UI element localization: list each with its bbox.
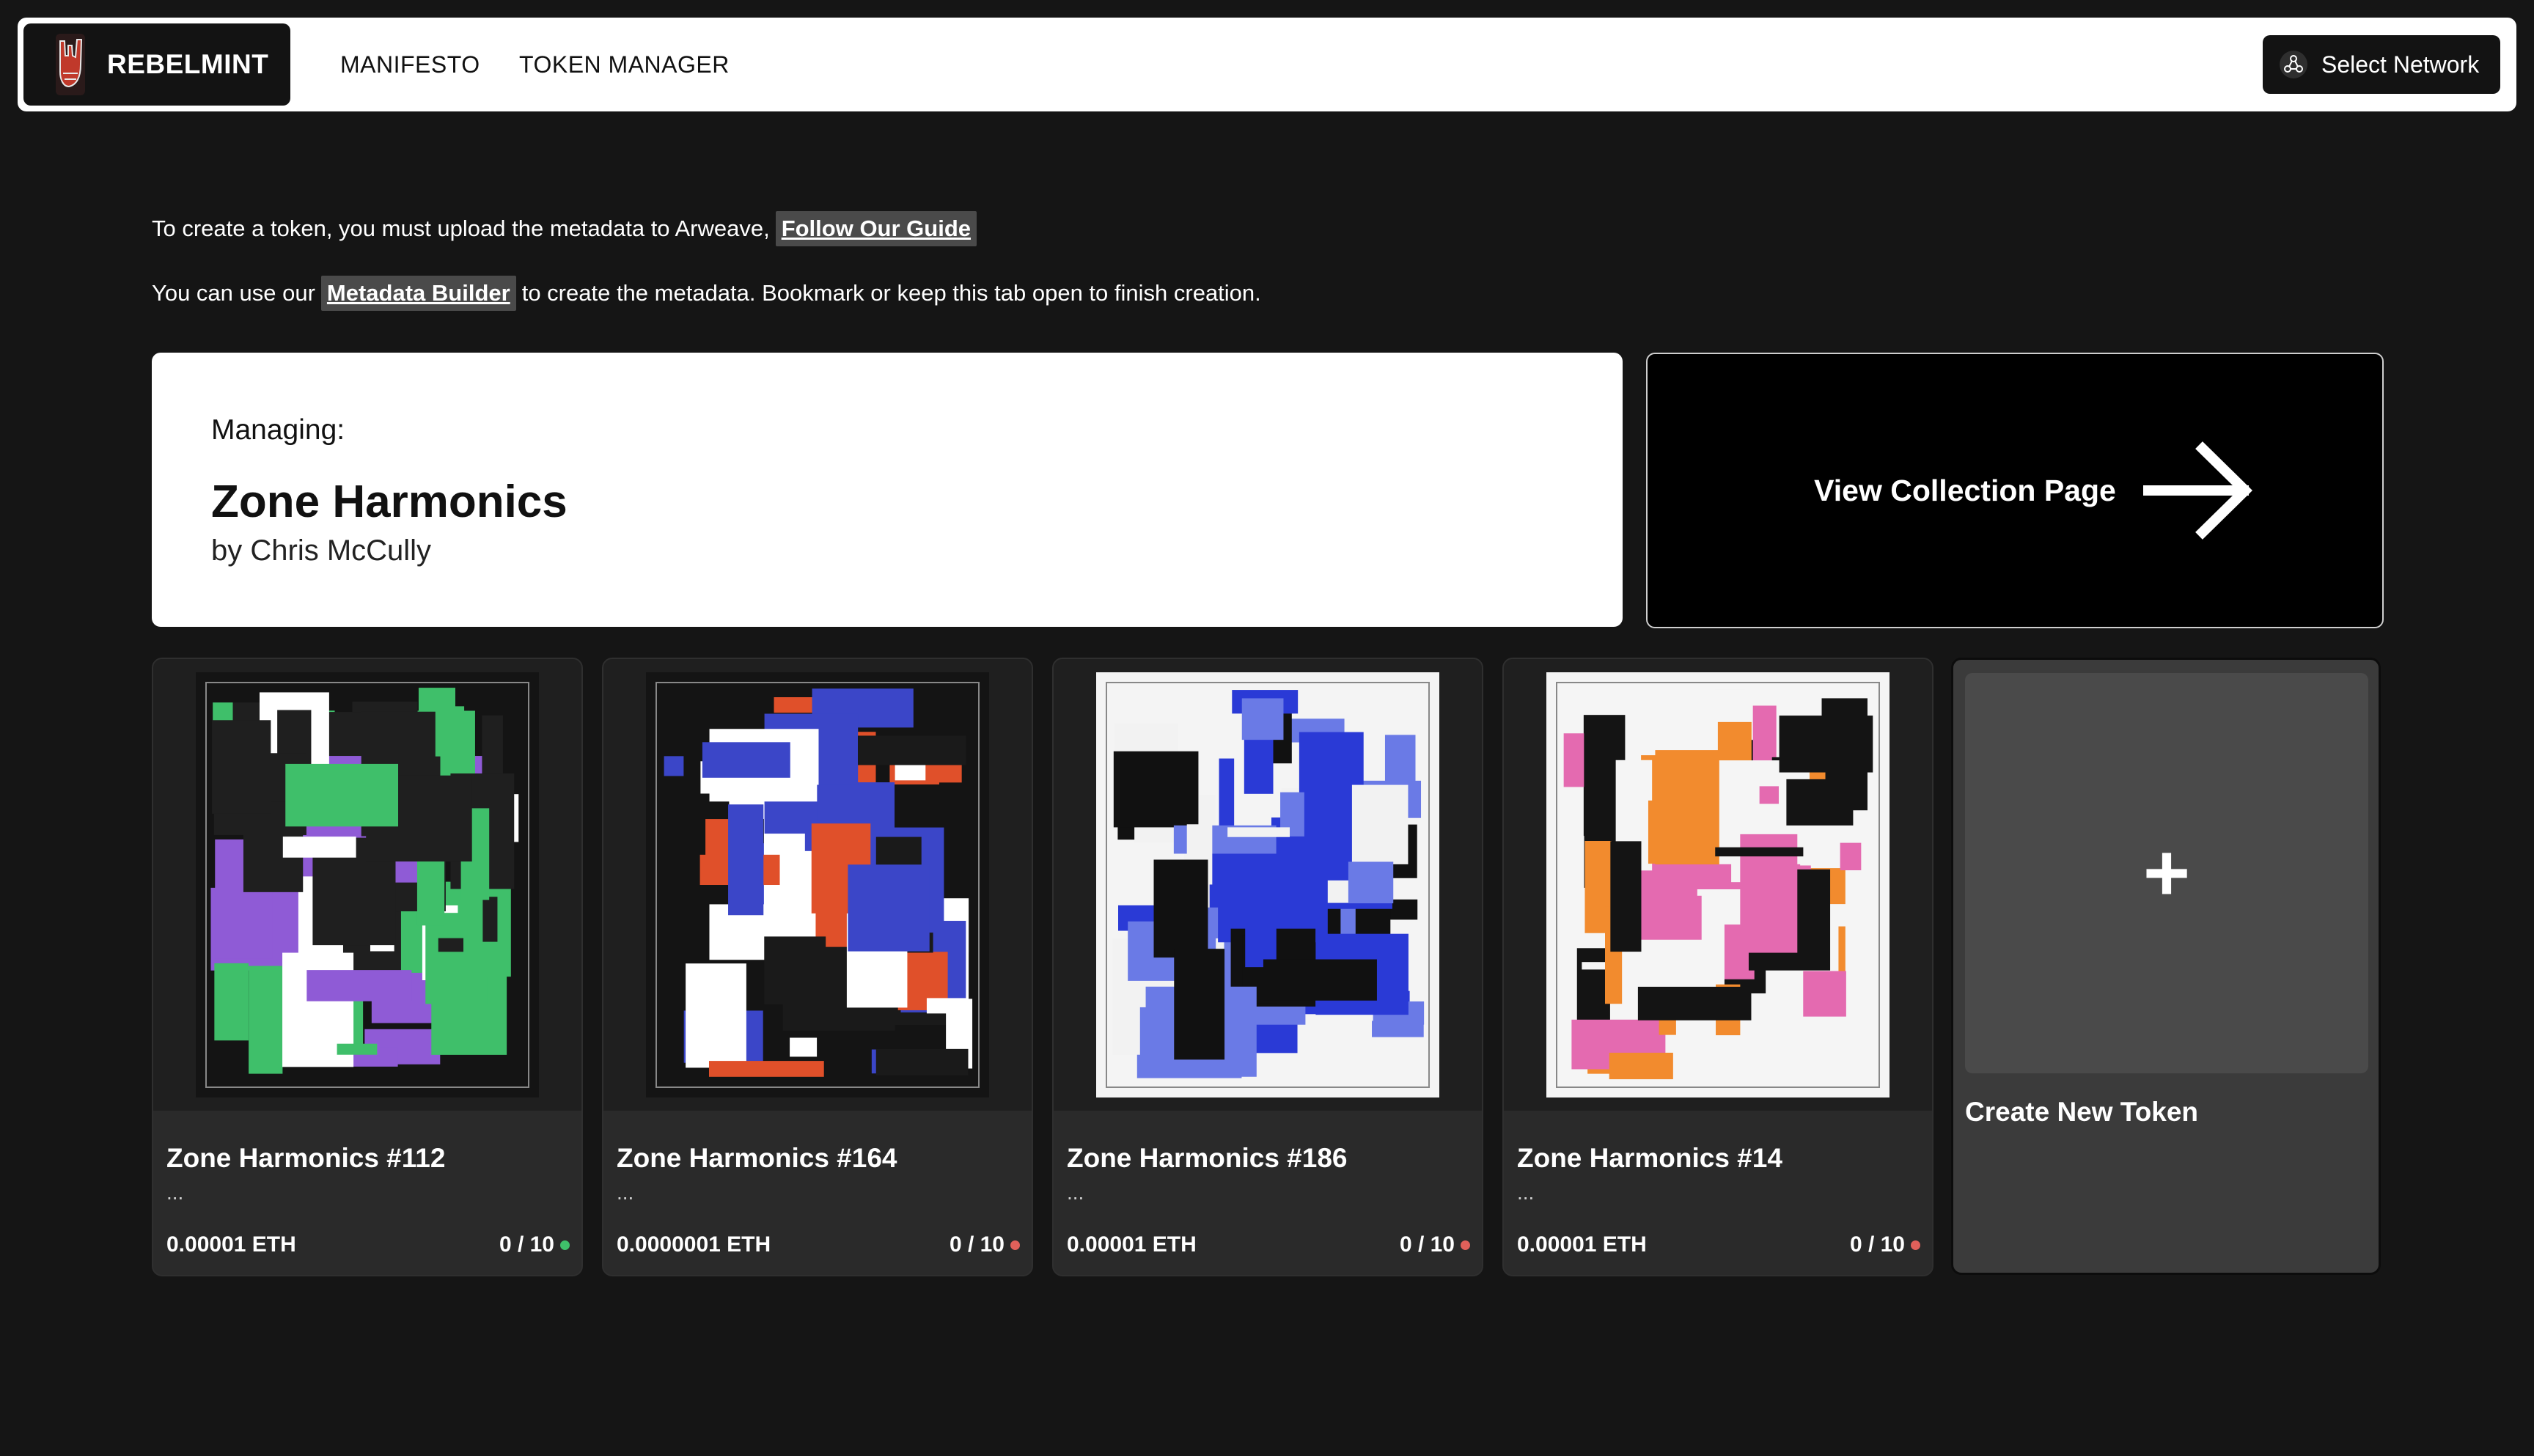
follow-guide-link[interactable]: Follow Our Guide: [775, 211, 977, 246]
token-description: ...: [1067, 1181, 1084, 1204]
brand-name: REBELMINT: [107, 49, 269, 79]
token-description: ...: [1517, 1181, 1535, 1204]
token-price: 0.00001 ETH: [1517, 1232, 1647, 1257]
token-card[interactable]: Zone Harmonics #186... 0.00001 ETH 0 / 10: [1052, 658, 1483, 1276]
token-supply-count: 0 / 10: [1849, 1232, 1905, 1257]
token-image-frame: [603, 659, 1032, 1111]
token-supply: 0 / 10: [1850, 1232, 1920, 1257]
token-description: ...: [617, 1181, 634, 1204]
metadata-info-suffix: to create the metadata. Bookmark or keep…: [521, 280, 1261, 306]
arrow-right-icon: [2142, 441, 2252, 540]
token-supply-count: 0 / 10: [1399, 1232, 1455, 1257]
token-artwork-image: [1546, 672, 1890, 1097]
token-supply-count: 0 / 10: [499, 1232, 554, 1257]
status-dot-icon: [1911, 1240, 1920, 1250]
create-token-label: Create New Token: [1965, 1097, 2199, 1127]
create-new-token-card[interactable]: + Create New Token: [1951, 658, 2381, 1275]
token-card[interactable]: Zone Harmonics #164... 0.0000001 ETH 0 / 1…: [602, 658, 1033, 1276]
plus-icon: +: [2142, 828, 2191, 918]
token-card[interactable]: Zone Harmonics #112... 0.00001 ETH 0 / 10: [152, 658, 583, 1276]
token-image-frame: [153, 659, 581, 1111]
status-dot-icon: [1010, 1240, 1020, 1250]
token-price: 0.00001 ETH: [166, 1232, 296, 1257]
metadata-info-prefix: You can use our: [152, 280, 315, 306]
token-price: 0.00001 ETH: [1067, 1232, 1197, 1257]
brand-home-link[interactable]: REBELMINT: [23, 23, 290, 106]
token-name: Zone Harmonics #112: [166, 1143, 446, 1173]
token-artwork-image: [1096, 672, 1439, 1097]
managing-collection-card: Managing: Zone Harmonics by Chris McCull…: [152, 353, 1623, 627]
token-card[interactable]: Zone Harmonics #14... 0.00001 ETH 0 / 10: [1502, 658, 1933, 1276]
status-dot-icon: [1461, 1240, 1470, 1250]
upload-info-text: To create a token, you must upload the m…: [152, 216, 770, 241]
rock-hand-logo-icon: [56, 34, 85, 95]
network-icon: [2280, 51, 2307, 78]
view-collection-label: View Collection Page: [1814, 473, 2116, 507]
token-supply: 0 / 10: [499, 1232, 570, 1257]
token-supply: 0 / 10: [1400, 1232, 1470, 1257]
token-name: Zone Harmonics #14: [1517, 1143, 1782, 1173]
metadata-info-line: You can use our Metadata Builder to crea…: [152, 273, 1261, 314]
metadata-builder-link[interactable]: Metadata Builder: [320, 276, 516, 311]
upload-info-line: To create a token, you must upload the m…: [152, 208, 983, 249]
token-price: 0.0000001 ETH: [617, 1232, 771, 1257]
token-artwork-image: [646, 672, 989, 1097]
collection-title: Zone Harmonics: [211, 477, 568, 527]
token-name: Zone Harmonics #186: [1067, 1143, 1348, 1173]
token-image-frame: [1054, 659, 1482, 1111]
token-description: ...: [166, 1181, 184, 1204]
nav-token-manager[interactable]: TOKEN MANAGER: [519, 18, 730, 111]
create-token-placeholder: +: [1965, 673, 2368, 1073]
nav-manifesto[interactable]: MANIFESTO: [340, 18, 480, 111]
managing-label: Managing:: [211, 414, 345, 446]
token-name: Zone Harmonics #164: [617, 1143, 897, 1173]
token-supply: 0 / 10: [950, 1232, 1020, 1257]
view-collection-button[interactable]: View Collection Page: [1646, 353, 2384, 628]
token-supply-count: 0 / 10: [949, 1232, 1005, 1257]
token-artwork-image: [196, 672, 539, 1097]
status-dot-icon: [560, 1240, 570, 1250]
top-navbar: REBELMINT MANIFESTO TOKEN MANAGER Select…: [18, 18, 2516, 111]
collection-author: by Chris McCully: [211, 534, 432, 567]
token-image-frame: [1504, 659, 1932, 1111]
select-network-label: Select Network: [2321, 51, 2480, 78]
select-network-button[interactable]: Select Network: [2263, 35, 2500, 94]
